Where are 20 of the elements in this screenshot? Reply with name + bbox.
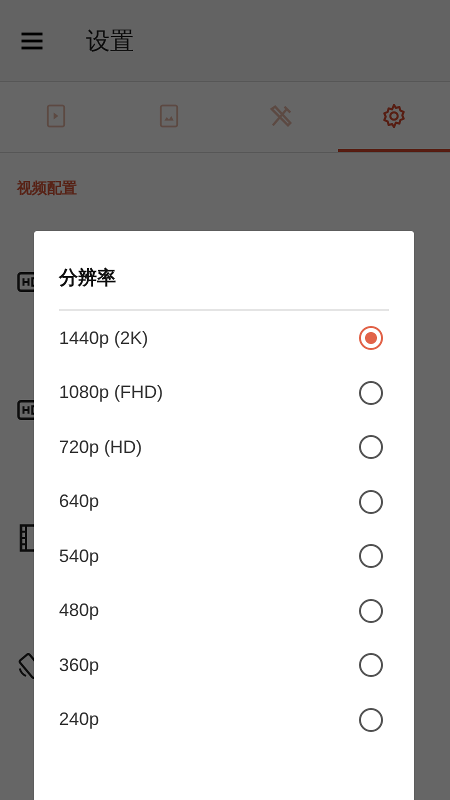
- option-label[interactable]: 360p: [59, 654, 100, 676]
- radio-button[interactable]: [359, 380, 383, 405]
- radio-button[interactable]: [359, 435, 383, 460]
- option-label[interactable]: 1080p (FHD): [59, 382, 164, 404]
- dialog-title: 分辨率: [59, 266, 117, 291]
- radio-button[interactable]: [359, 708, 383, 732]
- option-label[interactable]: 720p (HD): [59, 436, 142, 458]
- rotate-icon: [16, 651, 34, 681]
- option-label[interactable]: 240p: [59, 709, 100, 730]
- option-label[interactable]: 480p: [59, 600, 100, 622]
- option-label[interactable]: 640p: [59, 491, 100, 512]
- option-label[interactable]: 1440p (2K): [59, 328, 148, 349]
- radio-button[interactable]: [359, 598, 383, 623]
- screen-title: 设置: [86, 26, 134, 56]
- radio-button[interactable]: [359, 544, 383, 568]
- radio-button[interactable]: [359, 326, 383, 350]
- radio-button[interactable]: [359, 653, 383, 678]
- option-label[interactable]: 540p: [59, 546, 100, 567]
- radio-button[interactable]: [359, 490, 383, 514]
- section-title: 视频配置: [17, 179, 78, 198]
